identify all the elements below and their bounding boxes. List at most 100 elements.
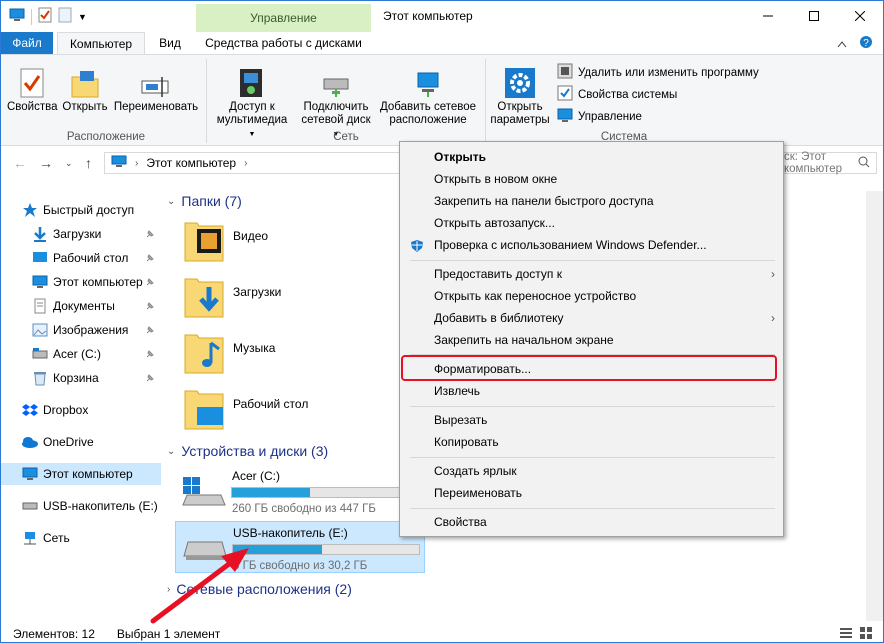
folder-name: Видео xyxy=(233,229,269,243)
devices-section-header[interactable]: ⌄ Устройства и диски (3) xyxy=(167,443,328,459)
menu-item-autoplay[interactable]: Открыть автозапуск... xyxy=(400,212,783,234)
sidebar-item-recycle-bin[interactable]: Корзина xyxy=(1,367,161,389)
menu-item-rename[interactable]: Переименовать xyxy=(400,482,783,504)
ribbon: Свойства Открыть Переименовать Расположе… xyxy=(1,54,883,146)
menu-item-create-shortcut[interactable]: Создать ярлык xyxy=(400,460,783,482)
red-arrow-annotation xyxy=(150,548,249,624)
folders-section-header[interactable]: ⌄ Папки (7) xyxy=(167,193,242,209)
properties-icon xyxy=(7,61,57,99)
folder-item[interactable]: Видео xyxy=(183,215,403,271)
sidebar-item-downloads[interactable]: Загрузки xyxy=(1,223,161,245)
address-path: Этот компьютер xyxy=(146,156,237,170)
sidebar-item-desktop[interactable]: Рабочий стол xyxy=(1,247,161,269)
tab-computer[interactable]: Компьютер xyxy=(57,32,145,54)
rename-button[interactable]: Переименовать xyxy=(113,61,199,114)
open-settings-label-2: параметры xyxy=(490,114,550,126)
folder-item[interactable]: Музыка xyxy=(183,327,403,383)
pin-icon xyxy=(145,348,155,362)
system-properties-label: Свойства системы xyxy=(578,88,678,101)
large-icons-view-icon[interactable] xyxy=(859,626,873,642)
desktop-folder-icon xyxy=(183,383,225,434)
menu-item-defender-scan[interactable]: Проверка с использованием Windows Defend… xyxy=(400,234,783,256)
recent-locations-chevron-icon[interactable]: ⌄ xyxy=(65,158,73,169)
folder-item[interactable]: Рабочий стол xyxy=(183,383,403,439)
pin-icon xyxy=(145,300,155,314)
sidebar-item-onedrive[interactable]: OneDrive xyxy=(1,431,161,453)
drive-name: Acer (C:) xyxy=(232,469,280,483)
qat-dropdown-icon[interactable]: ▼ xyxy=(78,12,87,22)
computer-icon xyxy=(31,274,49,290)
address-bar[interactable]: › Этот компьютер › xyxy=(104,152,404,174)
tab-view[interactable]: Вид xyxy=(151,32,189,54)
system-properties-button[interactable]: Свойства системы xyxy=(557,85,677,104)
sidebar-item-label: Dropbox xyxy=(43,403,89,417)
sidebar-item-quick-access[interactable]: Быстрый доступ xyxy=(1,199,161,221)
pin-icon xyxy=(145,324,155,338)
new-folder-qat-icon[interactable] xyxy=(58,7,72,26)
sidebar-item-label: Загрузки xyxy=(53,227,102,241)
music-folder-icon xyxy=(183,327,225,378)
menu-item-open[interactable]: Открыть xyxy=(400,146,783,168)
manage-label: Управление xyxy=(578,110,642,123)
search-input[interactable]: ск: Этот компьютер xyxy=(777,151,877,175)
context-menu: Открыть Открыть в новом окне Закрепить н… xyxy=(399,141,784,537)
help-icon[interactable]: ? xyxy=(859,35,873,52)
chevron-up-icon[interactable] xyxy=(837,37,847,51)
menu-item-eject[interactable]: Извлечь xyxy=(400,380,783,402)
folder-item[interactable]: Загрузки xyxy=(183,271,403,327)
menu-item-copy[interactable]: Копировать xyxy=(400,431,783,453)
forward-arrow-icon[interactable]: → xyxy=(39,155,53,171)
map-drive-button[interactable]: Подключить сетевой диск ▼ xyxy=(297,61,375,141)
maximize-button[interactable] xyxy=(791,1,837,31)
manage-button[interactable]: Управление xyxy=(557,107,642,126)
drive-item-c[interactable]: Acer (C:) 260 ГБ свободно из 447 ГБ xyxy=(175,465,425,517)
computer-icon xyxy=(9,8,25,25)
media-access-button[interactable]: Доступ к мультимедиа ▼ xyxy=(212,61,292,141)
menu-item-pin-start[interactable]: Закрепить на начальном экране xyxy=(400,329,783,351)
tab-file[interactable]: Файл xyxy=(1,32,53,54)
sidebar-item-this-pc-quick[interactable]: Этот компьютер xyxy=(1,271,161,293)
star-icon xyxy=(21,202,39,218)
folders-header-label: Папки (7) xyxy=(181,193,242,209)
details-view-icon[interactable] xyxy=(839,626,853,642)
properties-button[interactable]: Свойства xyxy=(7,61,58,114)
sidebar-item-network[interactable]: Сеть xyxy=(1,527,161,549)
menu-item-open-new-window[interactable]: Открыть в новом окне xyxy=(400,168,783,190)
menu-item-open-portable[interactable]: Открыть как переносное устройство xyxy=(400,285,783,307)
sidebar-item-drive-c[interactable]: Acer (C:) xyxy=(1,343,161,365)
sidebar-item-usb-drive[interactable]: USB-накопитель (E:) xyxy=(1,495,161,517)
gear-icon xyxy=(489,61,551,99)
window-title: Этот компьютер xyxy=(383,9,473,23)
windows-drive-icon xyxy=(181,475,227,512)
up-arrow-icon[interactable]: ↑ xyxy=(85,155,92,171)
usb-drive-icon xyxy=(21,498,39,514)
computer-icon xyxy=(111,155,127,171)
properties-qat-icon[interactable] xyxy=(38,7,52,26)
back-arrow-icon[interactable]: ← xyxy=(13,155,27,171)
chevron-right-icon: › xyxy=(771,267,775,281)
vertical-scrollbar[interactable] xyxy=(866,191,883,621)
menu-item-include-library[interactable]: Добавить в библиотеку › xyxy=(400,307,783,329)
minimize-button[interactable] xyxy=(745,1,791,31)
add-network-location-button[interactable]: Добавить сетевое расположение xyxy=(377,61,479,127)
folder-name: Загрузки xyxy=(233,285,282,299)
sidebar-item-this-pc[interactable]: Этот компьютер xyxy=(1,463,161,485)
tab-disk-tools[interactable]: Средства работы с дисками xyxy=(196,32,371,54)
sidebar-item-documents[interactable]: Документы xyxy=(1,295,161,317)
chevron-down-icon: ⌄ xyxy=(167,445,176,457)
search-icon xyxy=(858,156,870,171)
menu-item-cut[interactable]: Вырезать xyxy=(400,409,783,431)
menu-item-properties[interactable]: Свойства xyxy=(400,511,783,533)
menu-item-pin-quick-access[interactable]: Закрепить на панели быстрого доступа xyxy=(400,190,783,212)
uninstall-program-button[interactable]: Удалить или изменить программу xyxy=(557,63,759,82)
menu-item-label: Добавить в библиотеку xyxy=(434,311,564,325)
sidebar-item-pictures[interactable]: Изображения xyxy=(1,319,161,341)
pin-icon xyxy=(145,252,155,266)
sidebar-item-dropbox[interactable]: Dropbox xyxy=(1,399,161,421)
menu-item-share-with[interactable]: Предоставить доступ к › xyxy=(400,263,783,285)
map-drive-label-1: Подключить xyxy=(303,101,369,113)
open-button[interactable]: Открыть xyxy=(59,61,111,114)
open-settings-button[interactable]: Открыть параметры xyxy=(489,61,551,127)
quick-access-toolbar: ▼ xyxy=(9,7,87,26)
close-button[interactable] xyxy=(837,1,883,31)
